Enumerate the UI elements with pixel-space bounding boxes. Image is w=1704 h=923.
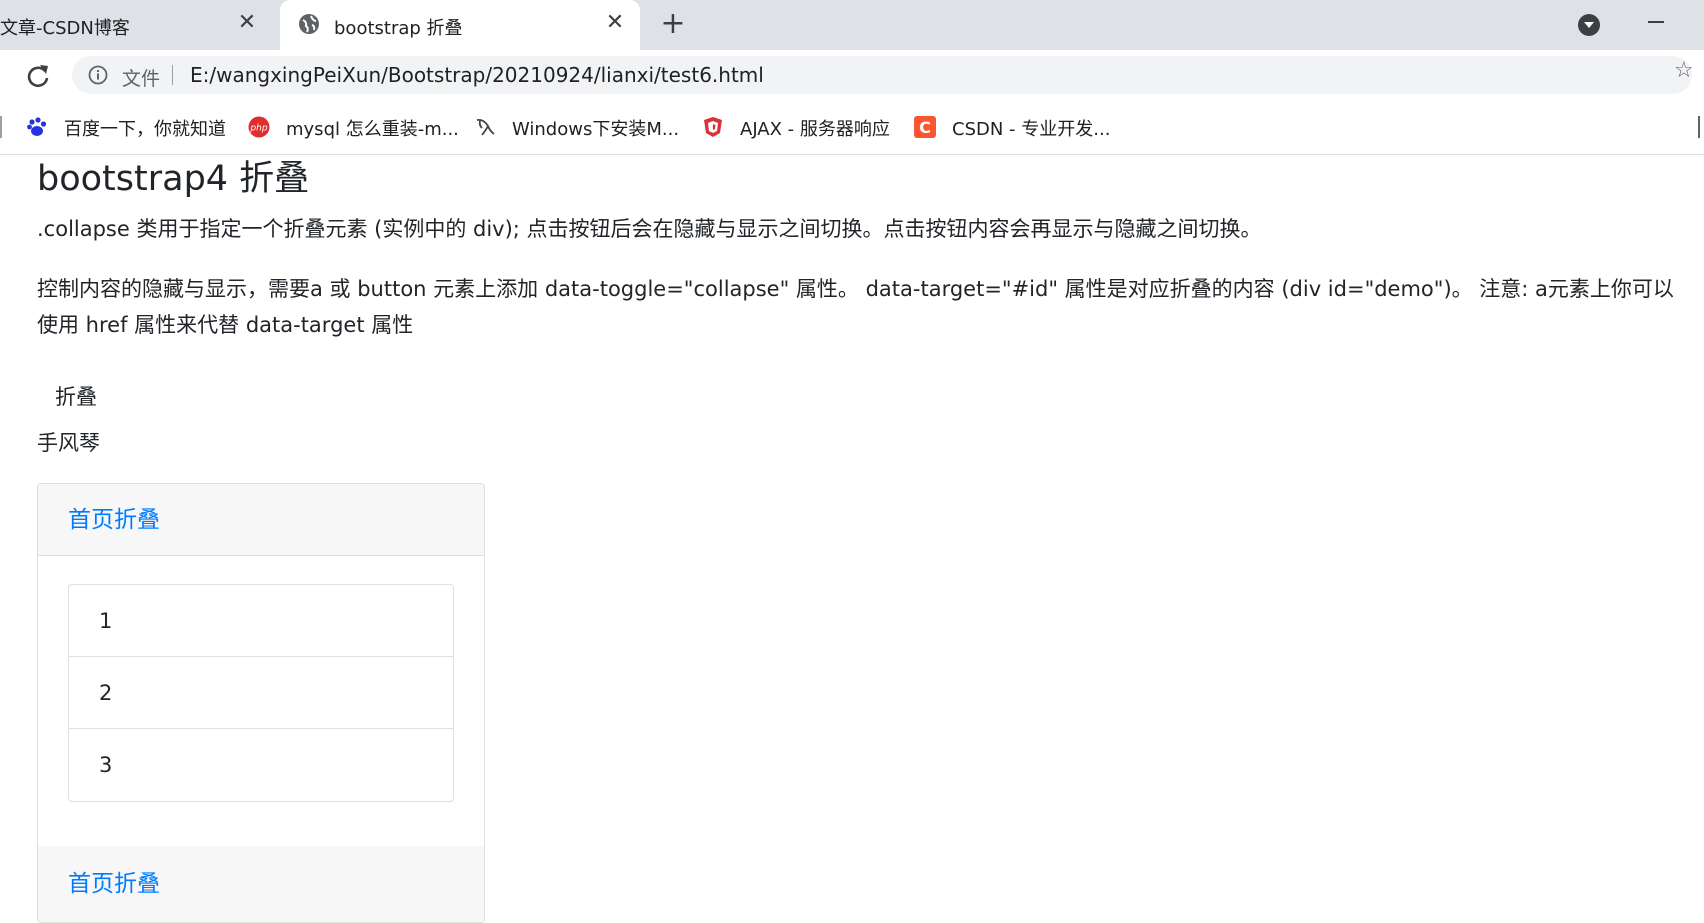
bookmark-label: AJAX - 服务器响应 (740, 119, 890, 140)
new-tab-button[interactable]: + (658, 9, 688, 39)
instruction-paragraph: 控制内容的隐藏与显示，需要a 或 button 元素上添加 data-toggl… (37, 277, 1674, 337)
list-item: 1 (69, 585, 453, 657)
w3-shield-icon (704, 117, 722, 137)
list-item: 2 (69, 657, 453, 729)
list-item-text: 2 (99, 681, 113, 705)
accordion-label: 手风琴 (37, 431, 100, 455)
divider (172, 65, 173, 85)
close-icon[interactable]: ✕ (234, 10, 260, 36)
list-item-text: 1 (99, 609, 113, 633)
url-text[interactable]: E:/wangxingPeiXun/Bootstrap/20210924/lia… (190, 63, 764, 87)
file-label: 文件 (122, 68, 161, 90)
collapse-button[interactable]: 折叠 (37, 377, 115, 417)
svg-text:php: php (249, 124, 267, 134)
tab-title: 文章-CSDN博客 (0, 18, 130, 39)
accordion-card: 首页折叠 1 2 3 首页折叠 (37, 483, 485, 923)
card-header: 首页折叠 (38, 484, 484, 556)
address-bar[interactable]: 文件 E:/wangxingPeiXun/Bootstrap/20210924/… (72, 56, 1692, 94)
divider (0, 116, 2, 138)
tab-strip: 文章-CSDN博客 ✕ bootstrap 折叠 ✕ + (0, 0, 1704, 50)
bookmark-label: Windows下安装M... (512, 119, 680, 140)
globe-icon (299, 14, 319, 34)
description-paragraph: .collapse 类用于指定一个折叠元素 (实例中的 div); 点击按钮后会… (37, 217, 1262, 241)
bookmarks-bar: 百度一下，你就知道 php mysql 怎么重装-m... Windows下安装… (0, 100, 1704, 155)
list-group: 1 2 3 (68, 584, 454, 802)
reload-icon[interactable] (24, 62, 52, 90)
card-footer-link[interactable]: 首页折叠 (68, 866, 160, 902)
list-item: 3 (69, 729, 453, 801)
tab-bootstrap[interactable]: bootstrap 折叠 ✕ (280, 0, 640, 50)
minimize-icon[interactable] (1648, 21, 1664, 23)
tab-title: bootstrap 折叠 (334, 18, 463, 39)
star-icon[interactable]: ☆ (1674, 60, 1694, 82)
mysql-dolphin-icon (476, 118, 495, 136)
card-header-link[interactable]: 首页折叠 (68, 502, 160, 538)
card-footer: 首页折叠 (38, 846, 484, 922)
csdn-icon: C (914, 116, 936, 138)
bookmark-label: CSDN - 专业开发... (952, 119, 1111, 140)
php-icon: php (248, 116, 270, 138)
info-icon[interactable] (88, 65, 108, 85)
bookmark-label: 百度一下，你就知道 (64, 119, 226, 140)
page-title: bootstrap4 折叠 (37, 159, 310, 199)
tab-search-icon[interactable] (1578, 14, 1600, 36)
tab-csdn[interactable]: 文章-CSDN博客 ✕ (0, 0, 272, 50)
divider (1698, 116, 1700, 138)
close-icon[interactable]: ✕ (602, 10, 628, 36)
bookmark-label: mysql 怎么重装-m... (286, 119, 459, 140)
list-item-text: 3 (99, 753, 113, 777)
page-content: bootstrap4 折叠 .collapse 类用于指定一个折叠元素 (实例中… (0, 155, 1704, 923)
baidu-paw-icon (27, 117, 47, 136)
svg-text:C: C (919, 118, 931, 137)
toolbar: 文件 E:/wangxingPeiXun/Bootstrap/20210924/… (0, 50, 1704, 100)
